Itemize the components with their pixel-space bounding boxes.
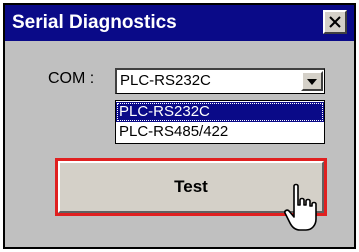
com-port-dropdown-list: PLC-RS232C PLC-RS485/422 <box>115 100 325 144</box>
dropdown-option-rs232c[interactable]: PLC-RS232C <box>116 102 324 122</box>
title-bar[interactable]: Serial Diagnostics <box>5 5 354 41</box>
dropdown-option-rs485-422[interactable]: PLC-RS485/422 <box>116 122 324 142</box>
close-button[interactable] <box>323 10 347 34</box>
chevron-down-icon <box>307 79 317 85</box>
com-port-select[interactable]: PLC-RS232C <box>115 68 325 94</box>
com-port-selected-value: PLC-RS232C <box>120 72 211 89</box>
dropdown-button[interactable] <box>301 71 323 91</box>
close-icon <box>329 16 341 28</box>
window-title: Serial Diagnostics <box>12 12 177 33</box>
hand-pointer-icon <box>284 183 317 231</box>
serial-diagnostics-dialog: Serial Diagnostics COM : PLC-RS232C PLC-… <box>3 3 356 249</box>
com-label: COM : <box>48 70 95 87</box>
